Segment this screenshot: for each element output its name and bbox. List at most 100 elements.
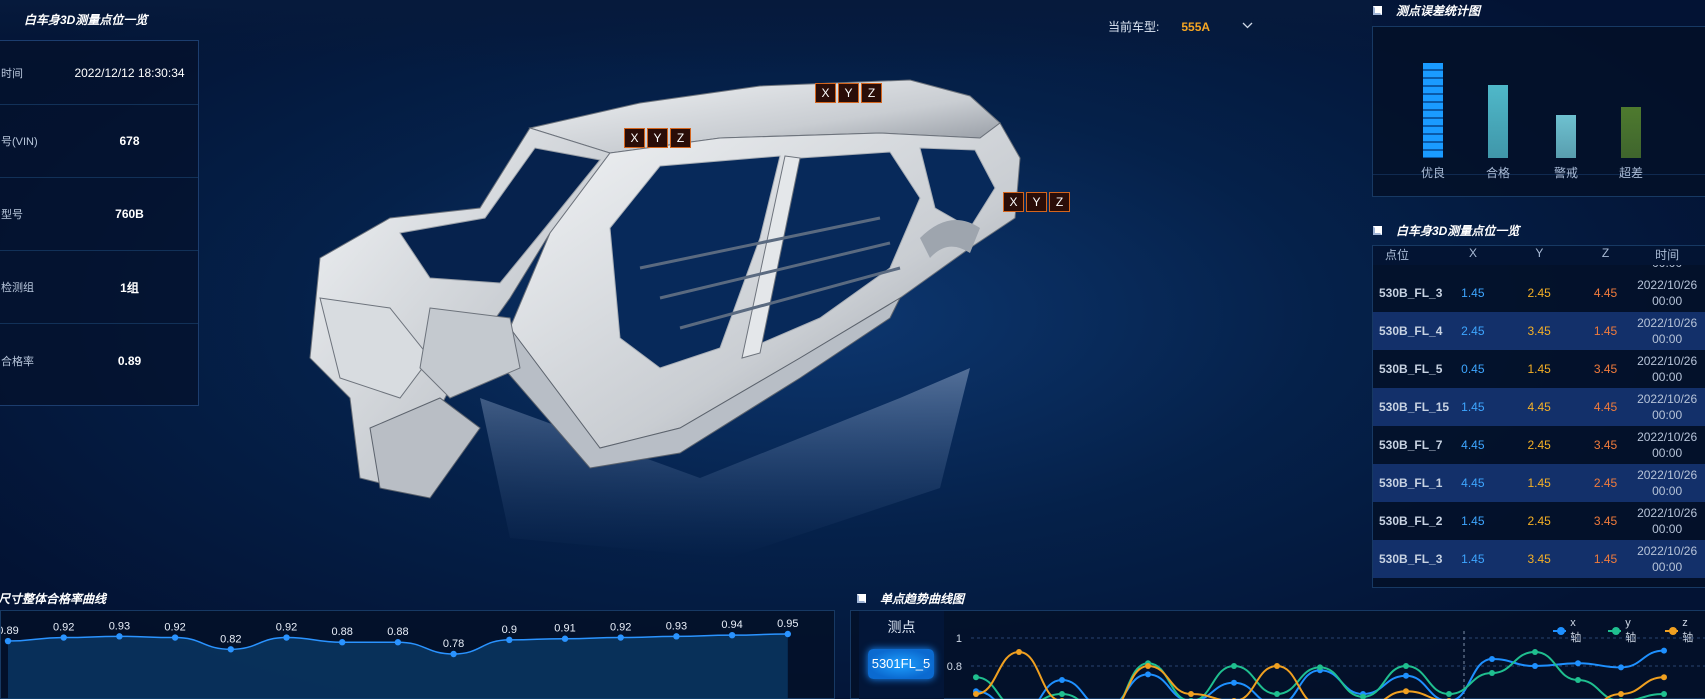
marker-z[interactable]: Z	[670, 128, 691, 148]
table-row[interactable]: 530B_FL_4 2.45 3.45 1.45 2022/10/26 00:00	[1373, 312, 1705, 350]
car-type-selector[interactable]: 当前车型: 555A	[1108, 18, 1253, 35]
marker-y[interactable]: Y	[838, 83, 859, 103]
trend-point[interactable]	[1575, 677, 1581, 683]
trend-point[interactable]	[1575, 660, 1581, 667]
pass-rate-point[interactable]	[283, 634, 290, 641]
trend-point[interactable]	[1489, 670, 1495, 676]
trend-point[interactable]	[1145, 671, 1151, 678]
trend-point[interactable]	[1059, 691, 1065, 697]
pass-rate-label: 0.94	[721, 619, 742, 631]
trend-point[interactable]	[1231, 663, 1237, 669]
cell-x: 1.45	[1461, 514, 1485, 528]
trend-point[interactable]	[1059, 677, 1065, 683]
points-table-header: 白车身3D测量点位一览	[1373, 222, 1519, 239]
pass-rate-point[interactable]	[4, 637, 12, 645]
trend-point[interactable]	[1446, 691, 1452, 697]
trend-point[interactable]	[1317, 664, 1323, 671]
table-row[interactable]: 530B_FL_5 0.45 1.45 3.45 2022/10/26 00:00	[1373, 350, 1705, 388]
col-header-time: 时间	[1655, 248, 1680, 262]
bar-优良[interactable]	[1423, 63, 1443, 158]
trend-point[interactable]	[1618, 691, 1624, 697]
cell-time: 2022/10/26 00:00	[1629, 277, 1705, 309]
pass-rate-point[interactable]	[617, 634, 624, 641]
info-value: 678	[119, 134, 140, 148]
pass-rate-point[interactable]	[561, 635, 569, 642]
table-row[interactable]: 530B_FL_7 4.45 2.45 3.45 2022/10/26 00:00	[1373, 426, 1705, 464]
pass-rate-point[interactable]	[784, 630, 791, 638]
pass-rate-title: 尺寸整体合格率曲线	[0, 592, 107, 606]
bar-合格[interactable]	[1488, 85, 1508, 158]
main-title: 白车身3D测量点位一览	[24, 13, 148, 27]
pass-rate-point[interactable]	[506, 636, 513, 644]
marker-x[interactable]: X	[624, 128, 645, 148]
info-value: 0.89	[117, 353, 142, 368]
trend-point[interactable]	[1188, 691, 1194, 697]
info-row-pass-rate: 合格率 0.89	[0, 324, 198, 397]
pass-rate-point[interactable]	[728, 631, 736, 639]
info-label: 检测组	[1, 282, 34, 294]
pass-rate-point[interactable]	[450, 650, 457, 658]
marker-y[interactable]: Y	[1026, 192, 1047, 212]
selected-point-button[interactable]: 5301FL_5	[868, 649, 934, 679]
table-row[interactable]: 530B_FL_15 1.45 4.45 4.45 2022/10/26 00:00	[1373, 388, 1705, 426]
trend-point[interactable]	[1145, 663, 1151, 669]
pass-rate-point[interactable]	[394, 639, 402, 646]
trend-point[interactable]	[1274, 663, 1280, 669]
table-row[interactable]: 530B_FL_3 1.45 2.45 4.45 2022/10/26 00:00	[1373, 274, 1705, 312]
cell-time: 2022/10/26 00:00	[1629, 429, 1705, 461]
info-value: 760B	[115, 207, 144, 221]
trend-point[interactable]	[1403, 663, 1409, 669]
table-row[interactable]: 530B_FL_1 4.45 1.45 2.45 2022/10/26 00:00	[1373, 464, 1705, 502]
vehicle-info-panel: 时间 2022/12/12 18:30:34 号(VIN) 678 型号 760…	[0, 40, 199, 406]
bar-警戒[interactable]	[1556, 115, 1576, 158]
marker-x[interactable]: X	[1003, 192, 1024, 212]
cell-z: 4.45	[1593, 286, 1618, 300]
pass-rate-point[interactable]	[673, 633, 680, 640]
trend-point[interactable]	[973, 691, 979, 697]
pass-rate-point[interactable]	[227, 646, 234, 653]
trend-point[interactable]	[1661, 674, 1667, 681]
marker-z[interactable]: Z	[861, 83, 882, 103]
points-table[interactable]: 点位 X Y Z 时间 00:00 530B_FL_3 1.45 2.45 4.45 2…	[1372, 245, 1705, 588]
trend-point[interactable]	[973, 674, 979, 681]
marker-x[interactable]: X	[815, 83, 836, 103]
pass-rate-point[interactable]	[171, 634, 179, 641]
info-row-model: 型号 760B	[0, 178, 198, 251]
trend-point[interactable]	[1532, 649, 1538, 655]
cell-y: 2.45	[1527, 286, 1551, 300]
trend-point[interactable]	[1532, 663, 1538, 669]
trend-line-x轴	[975, 649, 1665, 699]
pass-rate-point[interactable]	[339, 639, 346, 646]
cell-time: 2022/10/26 00:00	[1629, 505, 1705, 537]
trend-point[interactable]	[1661, 647, 1667, 654]
cell-clock: 00:00	[1652, 370, 1683, 384]
trend-point[interactable]	[1661, 691, 1667, 697]
pass-rate-point[interactable]	[116, 633, 123, 640]
bar-超差[interactable]	[1621, 107, 1641, 158]
trend-point[interactable]	[1403, 672, 1409, 679]
xyz-marker-roof-rear[interactable]: X Y Z	[815, 83, 882, 103]
trend-point[interactable]	[1489, 656, 1495, 662]
trend-point[interactable]	[1274, 691, 1280, 697]
marker-z[interactable]: Z	[1049, 192, 1070, 212]
chevron-down-icon[interactable]	[1242, 21, 1253, 32]
error-stats-chart: 优良 合格 警戒 超差	[1372, 26, 1705, 197]
trend-y-tick: 0.8	[947, 661, 962, 673]
col-header-z: Z	[1601, 246, 1610, 260]
cell-time: 2022/10/26 00:00	[1629, 543, 1705, 575]
pass-rate-label: 0.93	[109, 620, 130, 632]
marker-y[interactable]: Y	[647, 128, 668, 148]
cell-point: 530B_FL_3	[1379, 286, 1443, 300]
table-row[interactable]: 530B_FL_3 1.45 3.45 1.45 2022/10/26 00:00	[1373, 540, 1705, 578]
table-row[interactable]: 530B_FL_2 1.45 2.45 3.45 2022/10/26 00:00	[1373, 502, 1705, 540]
pass-rate-point[interactable]	[60, 634, 67, 641]
trend-point[interactable]	[1016, 649, 1022, 655]
xyz-marker-rear-side[interactable]: X Y Z	[1003, 192, 1070, 212]
trend-point[interactable]	[1231, 679, 1237, 686]
cell-z: 1.45	[1593, 324, 1618, 338]
pass-rate-label: 0.92	[164, 622, 185, 634]
trend-point[interactable]	[1403, 688, 1409, 695]
trend-point[interactable]	[1618, 664, 1624, 671]
points-table-title: 白车身3D测量点位一览	[1396, 224, 1520, 238]
xyz-marker-roof-front[interactable]: X Y Z	[624, 128, 691, 148]
